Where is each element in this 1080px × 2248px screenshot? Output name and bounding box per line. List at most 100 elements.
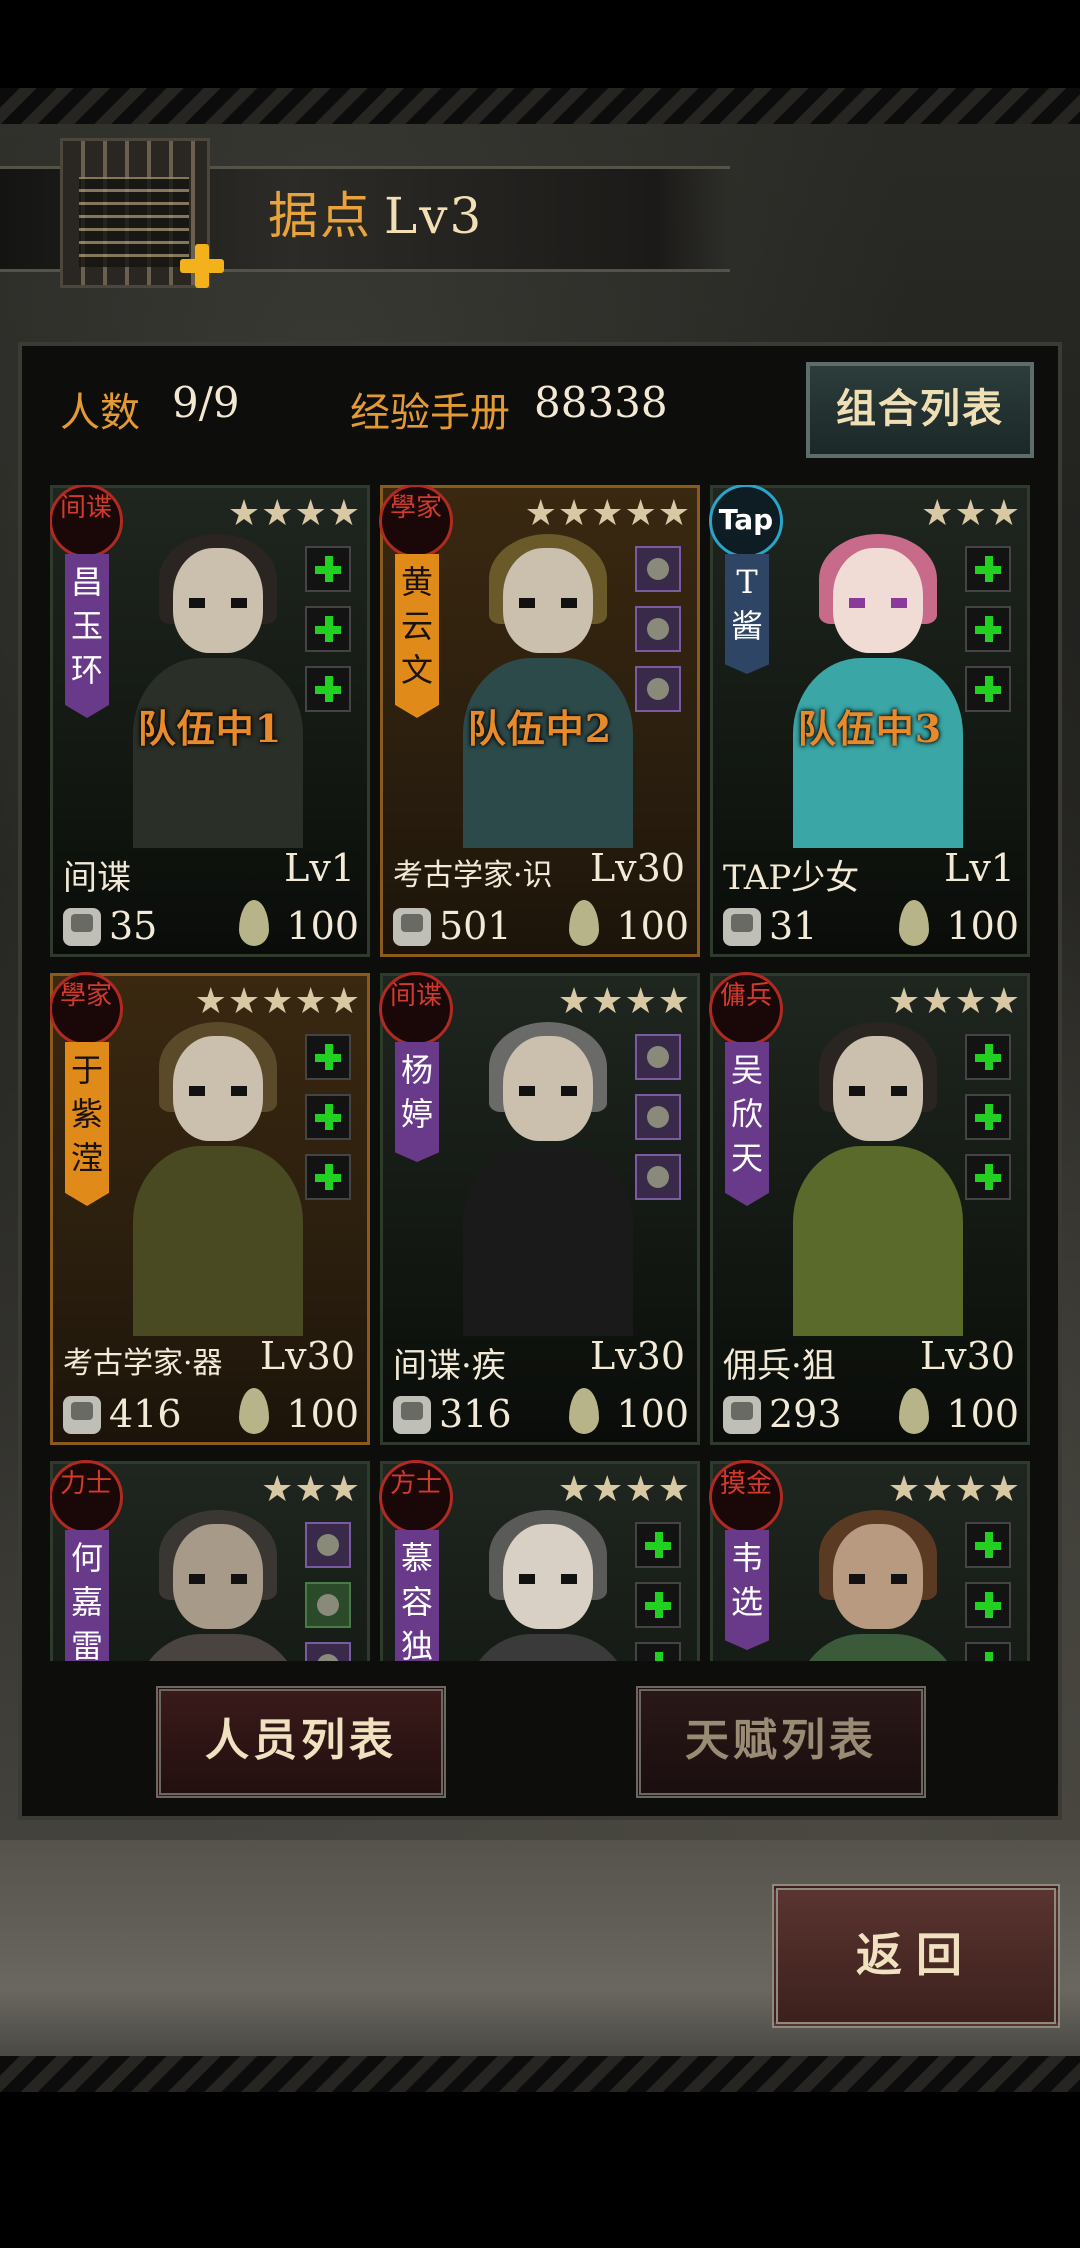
character-card[interactable]: 學家 ★★★★★ 于紫滢 考古学家·器 Lv30 416 100 (50, 972, 370, 1445)
stamina-drop-icon (899, 900, 929, 946)
upgrade-plus-icon[interactable] (180, 244, 224, 288)
add-equipment-icon[interactable] (965, 1522, 1011, 1568)
character-portrait (123, 1504, 313, 1661)
fist-power-icon (63, 1396, 101, 1434)
equipment-item-icon[interactable] (635, 606, 681, 652)
character-card[interactable]: 间谍 ★★★★ 昌玉环 队伍中1 间谍 Lv1 35 100 (50, 485, 370, 957)
class-badge: 方士 (379, 1460, 453, 1534)
stamina-value: 100 (286, 1392, 359, 1436)
add-equipment-icon[interactable] (965, 1094, 1011, 1140)
stamina-value: 100 (946, 1392, 1019, 1436)
job-title: TAP少女 (723, 858, 860, 898)
character-portrait (453, 1016, 643, 1336)
add-equipment-icon[interactable] (635, 1582, 681, 1628)
power-value: 316 (439, 1392, 512, 1436)
add-equipment-icon[interactable] (305, 606, 351, 652)
star-rating: ★★★★★ (524, 493, 691, 534)
power-value: 293 (769, 1392, 842, 1436)
class-badge: 间谍 (50, 485, 123, 558)
add-equipment-icon[interactable] (965, 546, 1011, 592)
stamina-value: 100 (616, 1392, 689, 1436)
add-equipment-icon[interactable] (965, 1154, 1011, 1200)
member-count-label: 人数 (60, 390, 140, 436)
stamina-drop-icon (569, 1388, 599, 1434)
combination-list-button[interactable]: 组合列表 (806, 362, 1034, 458)
character-card[interactable]: 间谍 ★★★★ 杨婷 间谍·疾 Lv30 316 100 (379, 972, 700, 1445)
talent-list-tab[interactable]: 天赋列表 (636, 1686, 926, 1798)
equipment-slots (635, 1522, 683, 1661)
equipment-item-icon[interactable] (305, 1642, 351, 1661)
staff-list-tab[interactable]: 人员列表 (156, 1686, 446, 1798)
character-card[interactable]: 力士 ★★★ 何嘉雷 (50, 1460, 370, 1661)
add-equipment-icon[interactable] (965, 606, 1011, 652)
add-equipment-icon[interactable] (305, 1034, 351, 1080)
character-card[interactable]: Tap ★★★ T酱 队伍中3 TAP少女 Lv1 31 100 (709, 485, 1030, 957)
top-border (0, 88, 1080, 124)
job-title: 间谍 (63, 858, 131, 898)
add-equipment-icon[interactable] (635, 1522, 681, 1568)
exp-manual-value: 88338 (534, 378, 668, 427)
tap-badge: Tap (709, 485, 783, 558)
equipment-item-icon[interactable] (635, 1094, 681, 1140)
star-rating: ★★★★ (557, 1469, 691, 1510)
character-portrait (783, 528, 973, 848)
character-level: Lv1 (944, 846, 1015, 890)
character-portrait (783, 1504, 973, 1661)
equipment-item-icon[interactable] (305, 1582, 351, 1628)
character-name: 韦选 (725, 1530, 769, 1650)
stamina-value: 100 (946, 904, 1019, 948)
title-text: 据点 (268, 187, 372, 245)
fist-power-icon (393, 908, 431, 946)
character-portrait (123, 528, 313, 848)
job-title: 间谍·疾 (393, 1346, 506, 1386)
fist-power-icon (63, 908, 101, 946)
add-equipment-icon[interactable] (965, 1642, 1011, 1661)
character-name: 慕容独 (395, 1530, 439, 1661)
star-rating: ★★★★ (887, 1469, 1021, 1510)
power-value: 31 (769, 904, 818, 948)
character-name: 黄云文 (395, 554, 439, 718)
equipment-item-icon[interactable] (635, 546, 681, 592)
character-card[interactable]: 傭兵 ★★★★ 吴欣天 佣兵·狙 Lv30 293 100 (709, 972, 1030, 1445)
base-level: Lv3 (384, 187, 484, 245)
back-button[interactable]: 返回 (772, 1884, 1060, 2028)
add-equipment-icon[interactable] (965, 1582, 1011, 1628)
add-equipment-icon[interactable] (305, 1094, 351, 1140)
character-level: Lv1 (284, 846, 355, 890)
star-rating: ★★★ (261, 1469, 361, 1510)
add-equipment-icon[interactable] (965, 1034, 1011, 1080)
class-badge: 摸金 (709, 1460, 783, 1534)
character-level: Lv30 (259, 1334, 355, 1378)
power-value: 501 (439, 904, 512, 948)
character-grid: 间谍 ★★★★ 昌玉环 队伍中1 间谍 Lv1 35 100 學家 ★★★★★ … (50, 485, 1030, 1661)
class-badge: 力士 (50, 1460, 123, 1534)
character-level: Lv30 (589, 846, 685, 890)
add-equipment-icon[interactable] (635, 1642, 681, 1661)
character-portrait (453, 528, 643, 848)
add-equipment-icon[interactable] (305, 546, 351, 592)
class-badge: 學家 (50, 972, 123, 1046)
character-card[interactable]: 摸金 ★★★★ 韦选 (709, 1460, 1030, 1661)
character-card[interactable]: 學家 ★★★★★ 黄云文 队伍中2 考古学家·识 Lv30 501 100 (379, 485, 700, 957)
equipment-item-icon[interactable] (305, 1522, 351, 1568)
star-rating: ★★★★ (887, 981, 1021, 1022)
equipment-slots (965, 1034, 1013, 1214)
bottom-border (0, 2056, 1080, 2092)
character-name: 杨婷 (395, 1042, 439, 1162)
star-rating: ★★★★ (227, 493, 361, 534)
equipment-item-icon[interactable] (635, 1154, 681, 1200)
character-name: 何嘉雷 (65, 1530, 109, 1661)
equipment-item-icon[interactable] (635, 1034, 681, 1080)
job-title: 佣兵·狙 (723, 1346, 836, 1386)
character-card[interactable]: 方士 ★★★★ 慕容独 (379, 1460, 700, 1661)
power-value: 416 (109, 1392, 182, 1436)
stamina-drop-icon (239, 900, 269, 946)
star-rating: ★★★★★ (194, 981, 361, 1022)
character-level: Lv30 (589, 1334, 685, 1378)
stamina-drop-icon (569, 900, 599, 946)
job-title: 考古学家·识 (393, 858, 553, 893)
character-name: 于紫滢 (65, 1042, 109, 1206)
add-equipment-icon[interactable] (305, 1154, 351, 1200)
character-level: Lv30 (919, 1334, 1015, 1378)
character-portrait (783, 1016, 973, 1336)
